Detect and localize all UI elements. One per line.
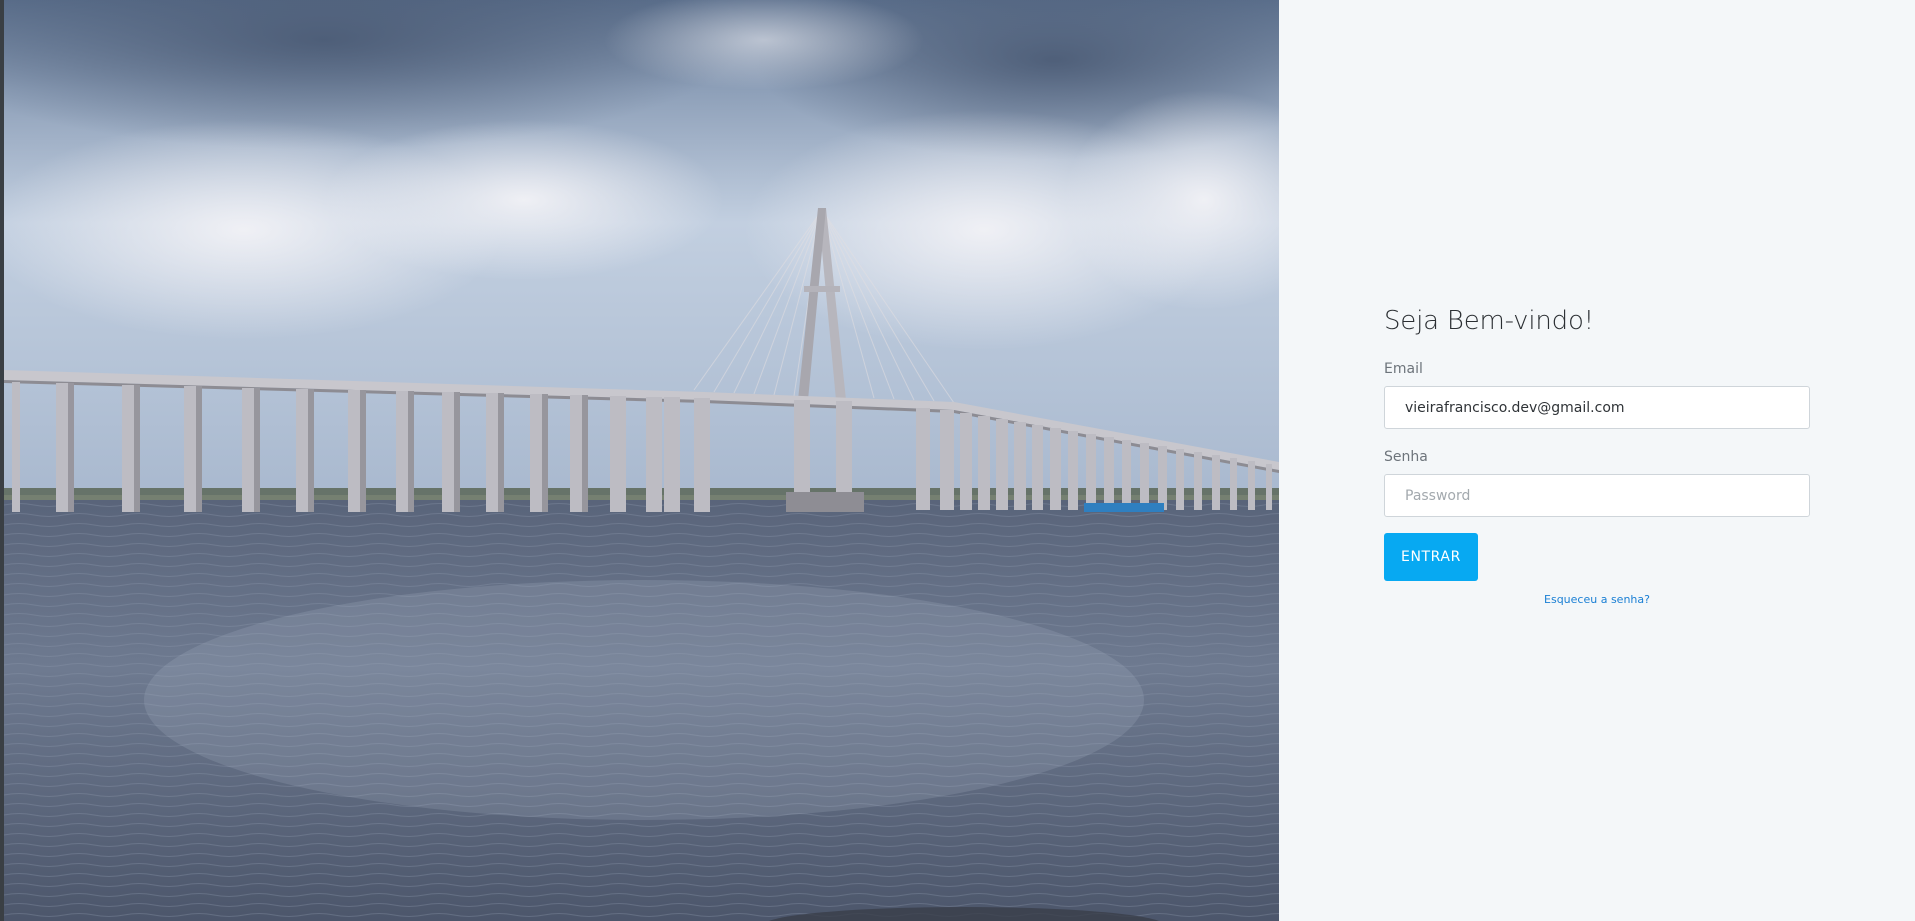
hero-photo [4, 0, 1279, 921]
page-title: Seja Bem-vindo! [1384, 306, 1594, 336]
email-field[interactable] [1384, 386, 1810, 429]
email-label: Email [1384, 361, 1423, 377]
email-group: Email [1384, 360, 1810, 429]
password-field[interactable] [1384, 474, 1810, 517]
login-form: Seja Bem-vindo! Email Senha ENTRAR Esque… [1384, 300, 1810, 606]
login-panel: Seja Bem-vindo! Email Senha ENTRAR Esque… [1279, 0, 1915, 921]
password-group: Senha [1384, 448, 1810, 517]
forgot-password-link[interactable]: Esqueceu a senha? [1384, 593, 1810, 606]
bridge-photo-illustration [4, 0, 1279, 921]
login-page: Seja Bem-vindo! Email Senha ENTRAR Esque… [0, 0, 1915, 921]
submit-button[interactable]: ENTRAR [1384, 533, 1478, 581]
password-label: Senha [1384, 449, 1428, 465]
